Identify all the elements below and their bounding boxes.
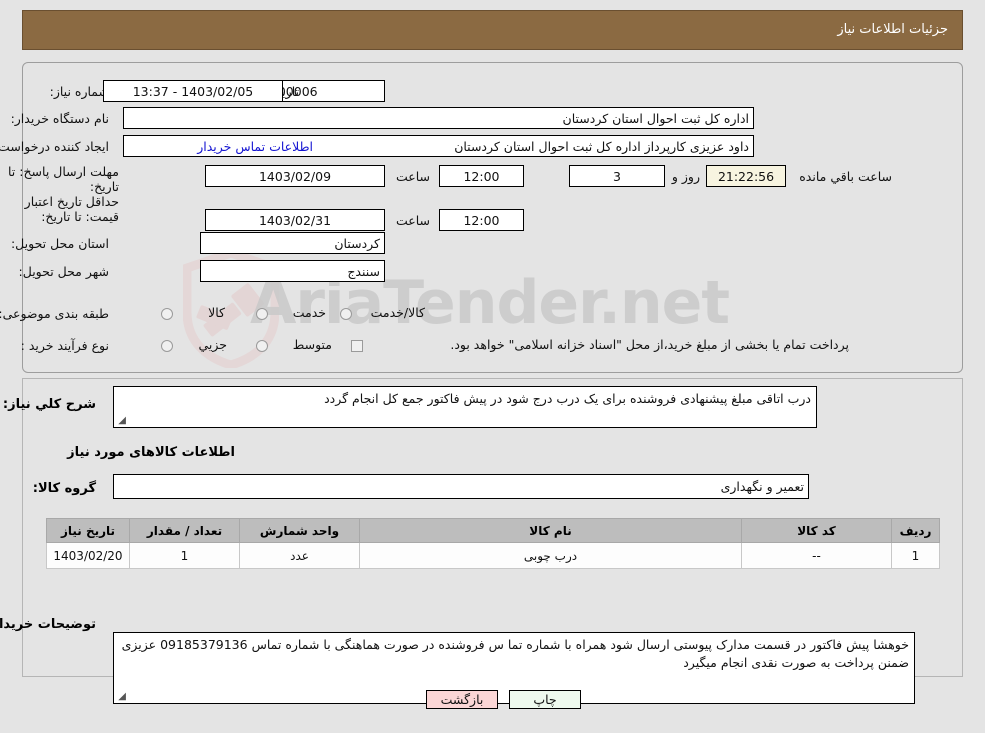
reply-deadline-date-field: 1403/02/09 — [205, 165, 385, 187]
cell-unit: عدد — [239, 542, 360, 569]
reply-deadline-hour-label: ساعت — [395, 169, 430, 184]
radio-process-motavaset[interactable] — [256, 340, 268, 352]
price-validity-date-field: 1403/02/31 — [205, 209, 385, 231]
buyer-org-field: اداره کل ثبت احوال استان کردستان — [123, 107, 754, 129]
col-quantity: تعداد / مقدار — [129, 518, 240, 543]
countdown-clock-field: 21:22:56 — [706, 165, 786, 187]
radio-category-kala-khedmat[interactable] — [340, 308, 352, 320]
islamic-treasury-note: پرداخت تمام یا بخشی از مبلغ خرید،از محل … — [450, 337, 849, 352]
goods-group-label: گروه کالا: — [32, 481, 96, 496]
price-validity-time-field: 12:00 — [439, 209, 524, 231]
reply-deadline-label: مهلت ارسال پاسخ: تا تاریخ: — [8, 164, 119, 194]
delivery-province-field: کردستان — [200, 232, 385, 254]
table-header-row: ردیف کد کالا نام کالا واحد شمارش تعداد /… — [46, 518, 940, 543]
table-row: 1 -- درب چوبی عدد 1 1403/02/20 — [46, 542, 940, 569]
cell-row-number: 1 — [891, 542, 940, 569]
radio-process-jozi[interactable] — [161, 340, 173, 352]
price-validity-hour-label: ساعت — [395, 213, 430, 228]
checkbox-islamic-treasury-bills[interactable] — [351, 340, 363, 352]
resize-grip-icon[interactable]: ◢ — [116, 692, 126, 702]
radio-category-kala[interactable] — [161, 308, 173, 320]
requester-label: ایجاد کننده درخواست: — [0, 139, 109, 154]
countdown-suffix-label: ساعت باقي مانده — [799, 169, 892, 184]
page-header-bar: جزئیات اطلاعات نیاز — [22, 10, 963, 50]
goods-section-heading: اطلاعات کالاهای مورد نیاز — [67, 445, 235, 460]
delivery-province-label: استان محل تحویل: — [10, 236, 109, 251]
cell-quantity: 1 — [129, 542, 240, 569]
need-number-label: شماره نیاز: — [49, 84, 109, 99]
buyer-notes-text: خوهشا پیش فاکتور در قسمت مدارک پیوستی ار… — [121, 637, 909, 670]
description-text: درب اتاقی مبلغ پیشنهادی فروشنده برای یک … — [324, 391, 811, 406]
goods-group-field: تعمیر و نگهداری — [113, 474, 809, 499]
price-validity-label: حداقل تاریخ اعتبار قیمت: تا تاریخ: — [24, 194, 119, 224]
description-textarea[interactable]: درب اتاقی مبلغ پیشنهادی فروشنده برای یک … — [113, 386, 817, 428]
radio-category-khedmat[interactable] — [256, 308, 268, 320]
radio-category-khedmat-label: خدمت — [292, 305, 326, 320]
cell-need-date: 1403/02/20 — [46, 542, 130, 569]
page-root: AriaTender.net جزئیات اطلاعات نیاز شماره… — [0, 0, 985, 733]
items-table: ردیف کد کالا نام کالا واحد شمارش تعداد /… — [46, 518, 940, 569]
content-right-rail — [962, 378, 963, 676]
section-divider-top — [22, 378, 963, 379]
public-announce-field: 13:37 - 1403/02/05 — [103, 80, 283, 102]
category-label: طبقه بندی موضوعی: — [0, 306, 109, 321]
delivery-city-label: شهر محل تحویل: — [18, 264, 109, 279]
countdown-days-separator: روز و — [671, 169, 700, 184]
col-need-date: تاریخ نیاز — [46, 518, 130, 543]
cell-item-name: درب چوبی — [359, 542, 742, 569]
cell-item-code: -- — [741, 542, 892, 569]
radio-process-jozi-label: جزیي — [198, 337, 227, 352]
print-button[interactable]: چاپ — [509, 690, 581, 709]
buyer-notes-label: توضیحات خریدار: — [0, 617, 96, 632]
reply-deadline-time-field: 12:00 — [439, 165, 524, 187]
radio-category-kala-khedmat-label: کالا/خدمت — [370, 305, 425, 320]
process-type-label: نوع فرآیند خرید : — [20, 338, 109, 353]
countdown-days-field: 3 — [569, 165, 665, 187]
page-title: جزئیات اطلاعات نیاز — [837, 22, 948, 37]
radio-category-kala-label: کالا — [208, 305, 225, 320]
radio-process-motavaset-label: متوسط — [292, 337, 332, 352]
col-item-code: کد کالا — [741, 518, 892, 543]
description-label: شرح کلي نیاز: — [2, 397, 96, 412]
col-row-number: ردیف — [891, 518, 940, 543]
col-item-name: نام کالا — [359, 518, 742, 543]
delivery-city-field: سنندج — [200, 260, 385, 282]
back-button[interactable]: بازگشت — [426, 690, 498, 709]
resize-grip-icon[interactable]: ◢ — [116, 416, 126, 426]
buyer-org-label: نام دستگاه خریدار: — [10, 111, 109, 126]
col-unit: واحد شمارش — [239, 518, 360, 543]
buyer-contact-link[interactable]: اطلاعات تماس خریدار — [197, 139, 313, 154]
